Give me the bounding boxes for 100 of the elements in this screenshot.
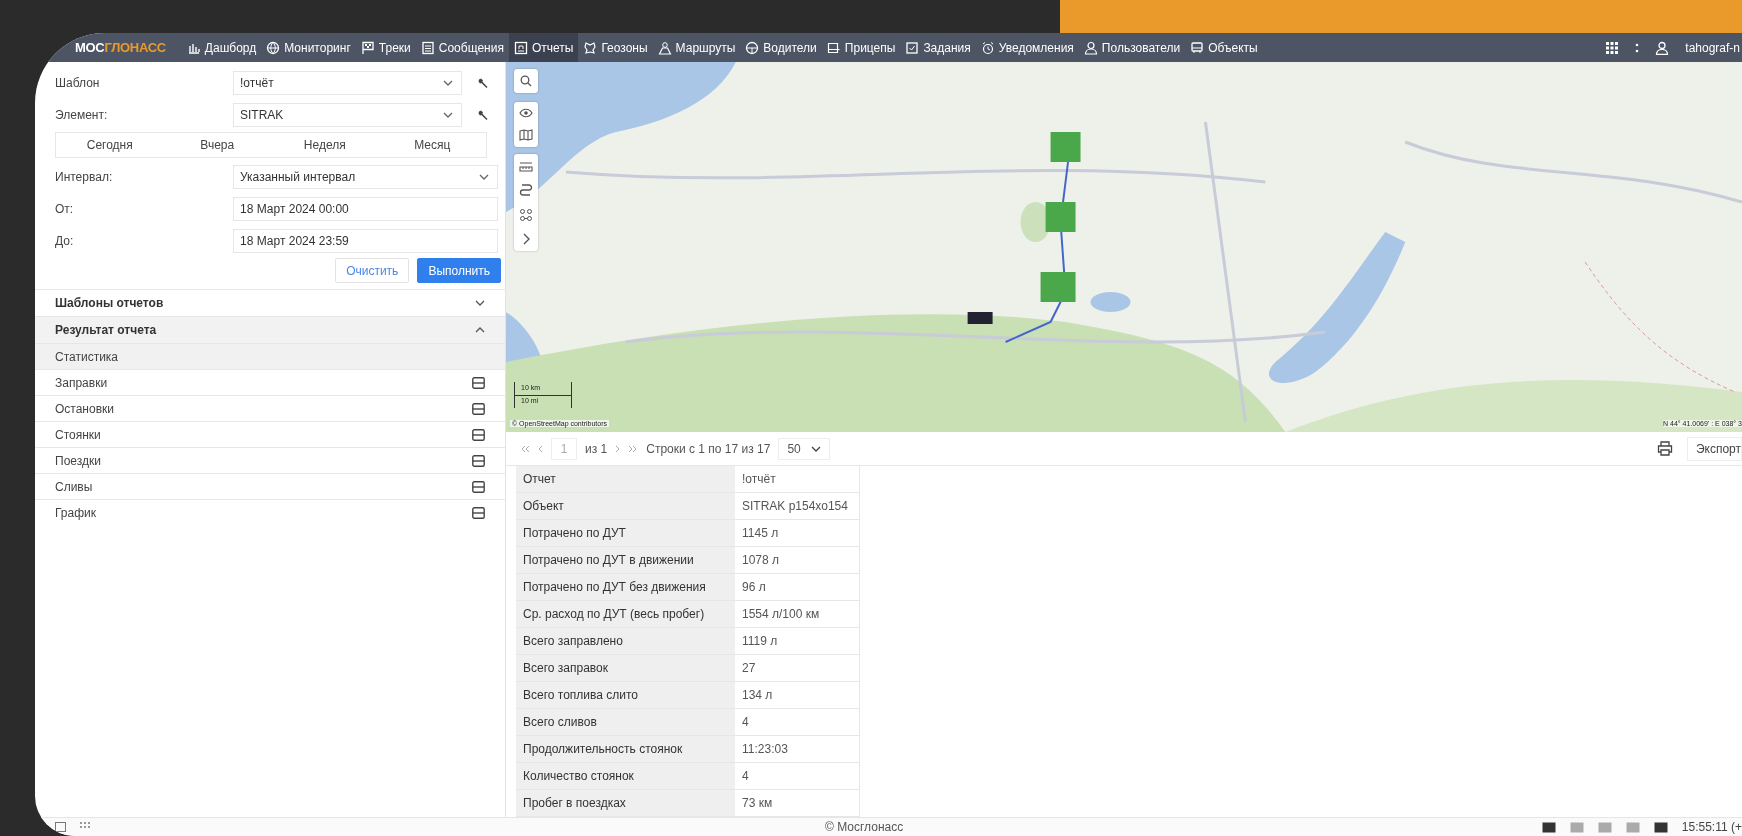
grid-icon[interactable] (80, 822, 90, 830)
date-field[interactable]: 18 Март 2024 00:00 (233, 197, 498, 221)
field-label: Элемент: (55, 108, 109, 122)
dropdown-field[interactable]: SITRAK (233, 103, 462, 127)
page-count: из 1 (585, 441, 608, 456)
document-icon (420, 40, 435, 55)
nav-tab[interactable]: Уведомления (975, 33, 1079, 62)
chevron-down-icon (479, 174, 489, 180)
wrench-icon[interactable] (477, 109, 489, 121)
table-cell: Продолжительность стоянок (516, 735, 735, 763)
table-cell: 96 л (735, 573, 860, 601)
result-label: Сливы (55, 479, 93, 494)
field-label: Интервал: (55, 170, 114, 184)
result-item[interactable]: Статистика (35, 343, 505, 369)
section-title: Шаблоны отчетов (55, 296, 164, 310)
table-cell: Потрачено по ДУТ без движения (516, 573, 735, 601)
field-label: От: (55, 202, 75, 216)
table-cell: 27 (735, 654, 860, 682)
table-cell: 4 (735, 708, 860, 736)
result-item[interactable]: Заправки (35, 369, 505, 395)
chevron-down-icon (443, 80, 453, 86)
table-cell: 1119 л (735, 627, 860, 655)
nav-tab[interactable]: Треки (355, 33, 416, 62)
copyright-text: © Мосглонасс (825, 820, 904, 834)
table-cell: 1078 л (735, 546, 860, 574)
nav-tab[interactable]: Отчеты (508, 33, 579, 62)
nav-tab[interactable]: Дашборд (181, 33, 262, 62)
nav-tab[interactable]: Геозоны (578, 33, 653, 62)
route-icon[interactable] (519, 183, 533, 197)
table-cell: 1554 л/100 км (735, 600, 860, 628)
chevron-right-icon[interactable] (522, 233, 530, 245)
chevron-down-icon (810, 445, 821, 452)
user-icon[interactable] (1655, 40, 1670, 55)
search-icon[interactable] (520, 75, 532, 87)
result-item[interactable]: Сливы (35, 473, 505, 499)
table-cell: 11:23:03 (735, 735, 860, 763)
table-cell: 73 км (735, 789, 860, 817)
nav-tab[interactable]: Водители (740, 33, 822, 62)
rows-per-page-dropdown[interactable]: 50 (778, 437, 830, 460)
clock-text: 15:55:11 (+ (1681, 820, 1742, 834)
export-button[interactable]: Экспорт (1686, 436, 1742, 461)
table-cell: SITRAK р154хо154 (735, 492, 860, 520)
result-label: Поездки (55, 453, 101, 468)
table-icon (472, 480, 485, 493)
apps-grid-icon[interactable] (1605, 40, 1620, 55)
nodes-icon[interactable] (519, 208, 533, 222)
table-cell: Потрачено по ДУТ (516, 519, 735, 547)
result-label: Статистика (55, 349, 119, 364)
nav-tab[interactable]: Задания (900, 33, 976, 62)
table-cell: Всего сливов (516, 708, 735, 736)
table-cell: Пробег в поездках (516, 789, 735, 817)
table-cell: 134 л (735, 681, 860, 709)
section-title: Результат отчета (55, 323, 157, 337)
polygon-icon (583, 40, 598, 55)
result-item[interactable]: График (35, 499, 505, 525)
print-icon[interactable] (1656, 441, 1673, 456)
table-cell: Объект (516, 492, 735, 520)
result-label: Остановки (55, 401, 114, 416)
result-item[interactable]: Поездки (35, 447, 505, 473)
result-item[interactable]: Остановки (35, 395, 505, 421)
ruler-icon[interactable] (519, 160, 533, 172)
rows-info: Строки с 1 по 17 из 17 (646, 441, 771, 456)
nav-tab[interactable]: Сообщения (415, 33, 509, 62)
table-cell: Всего топлива слито (516, 681, 735, 709)
window-icon[interactable] (55, 822, 66, 832)
nav-tab[interactable]: Маршруты (652, 33, 741, 62)
table-cell: Отчет (516, 466, 735, 493)
dropdown-field[interactable]: Указанный интервал (233, 165, 498, 189)
result-item[interactable]: Стоянки (35, 421, 505, 447)
user-name[interactable]: tahograf-n (1685, 40, 1740, 55)
logo[interactable]: МОСГЛОНАСС (75, 40, 166, 55)
steering-wheel-icon (745, 40, 760, 55)
date-field[interactable]: 18 Март 2024 23:59 (233, 229, 498, 253)
section-header[interactable]: Результат отчета (35, 316, 505, 343)
nav-tab[interactable]: Мониторинг (261, 33, 356, 62)
field-label: Шаблон (55, 76, 101, 90)
table-cell: 1145 л (735, 519, 860, 547)
checklist-icon (905, 40, 920, 55)
result-label: Заправки (55, 375, 108, 390)
result-label: Стоянки (55, 427, 101, 442)
flag-icon (360, 40, 375, 55)
run-button[interactable]: Выполнить (417, 258, 501, 283)
eye-icon[interactable] (519, 108, 533, 118)
nav-tab[interactable]: Объекты (1185, 33, 1263, 62)
nav-tab[interactable]: Пользователи (1078, 33, 1186, 62)
field-label: До: (55, 234, 75, 248)
clear-button[interactable]: Очистить (335, 258, 410, 283)
table-cell: Количество стоянок (516, 762, 735, 790)
map-icon[interactable] (519, 129, 533, 141)
alarm-clock-icon (980, 40, 995, 55)
table-cell: !отчёт (735, 466, 860, 493)
bus-icon (1190, 40, 1205, 55)
table-icon (472, 402, 485, 415)
chevron-down-icon (443, 112, 453, 118)
table-icon (472, 506, 485, 519)
nav-tab[interactable]: Прицепы (821, 33, 901, 62)
wrench-icon[interactable] (477, 77, 489, 89)
user-icon (1083, 40, 1098, 55)
table-cell: Ср. расход по ДУТ (весь пробег) (516, 600, 735, 628)
dropdown-field[interactable]: !отчёт (233, 71, 462, 95)
